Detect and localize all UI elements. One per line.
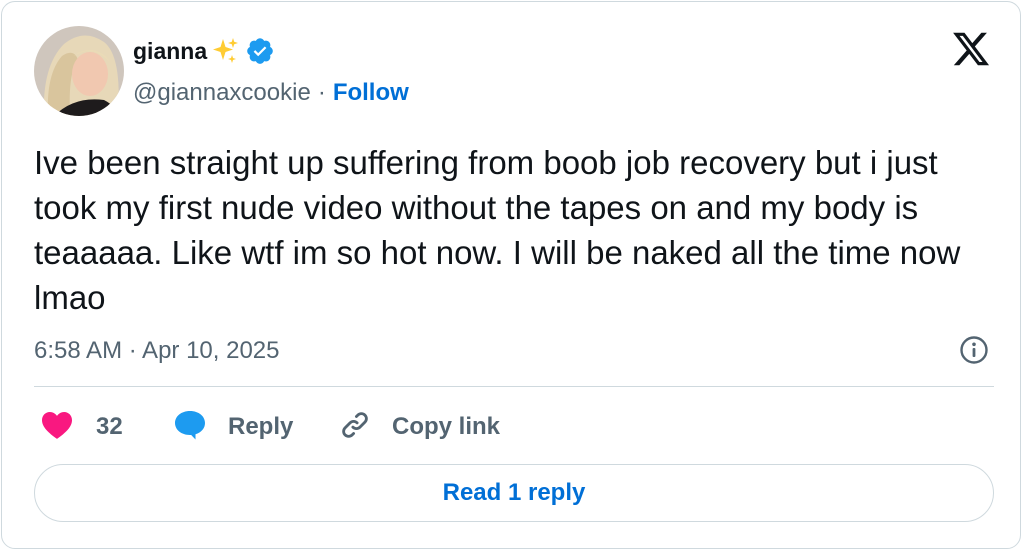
- x-logo-icon[interactable]: [950, 29, 992, 69]
- author-handle-row: @giannaxcookie · Follow: [133, 76, 409, 110]
- reply-label: Reply: [228, 413, 294, 440]
- sparkles-icon: [211, 37, 239, 65]
- timestamp[interactable]: 6:58 AM · Apr 10, 2025: [34, 335, 280, 367]
- author-name[interactable]: gianna: [133, 38, 207, 65]
- speech-bubble-icon: [172, 408, 208, 447]
- copy-link-button[interactable]: Copy link: [338, 406, 500, 448]
- like-button[interactable]: 32: [40, 406, 123, 448]
- link-icon: [338, 408, 372, 447]
- read-replies-button[interactable]: Read 1 reply: [34, 464, 994, 522]
- info-icon[interactable]: [959, 335, 989, 365]
- like-count: 32: [96, 413, 123, 440]
- separator-dot: ·: [317, 79, 326, 106]
- divider: [34, 386, 994, 387]
- reply-button[interactable]: Reply: [172, 406, 293, 448]
- follow-button[interactable]: Follow: [333, 79, 409, 107]
- author-name-row: gianna: [133, 34, 275, 68]
- author-handle[interactable]: @giannaxcookie: [133, 79, 311, 107]
- tweet-text: Ive been straight up suffering from boob…: [34, 144, 961, 316]
- avatar[interactable]: [34, 26, 124, 116]
- heart-icon: [40, 410, 74, 445]
- copy-link-label: Copy link: [392, 413, 501, 440]
- tweet-card: gianna @giannaxcookie · Follow Ive been …: [1, 1, 1021, 549]
- verified-badge-icon: [245, 36, 275, 66]
